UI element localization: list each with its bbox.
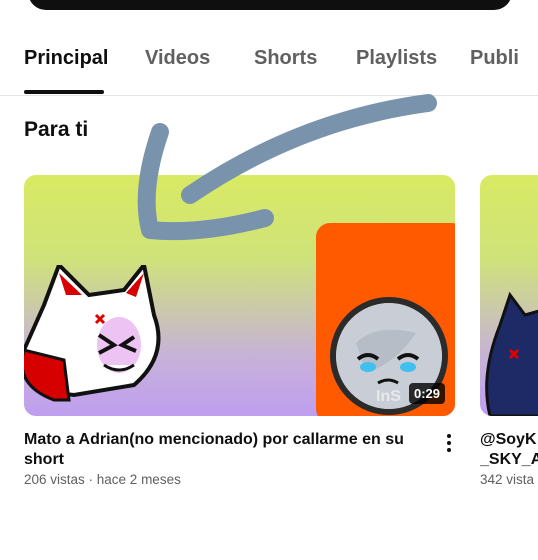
- tab-publicaciones[interactable]: Publi: [470, 47, 519, 70]
- video-meta: 206 vistas · hace 2 meses: [24, 472, 181, 487]
- watermark-text: InS: [376, 388, 401, 405]
- channel-tabs: Principal Videos Shorts Playlists Publi: [0, 0, 538, 96]
- dark-cat-character: [485, 291, 538, 416]
- more-vert-icon[interactable]: [441, 432, 457, 454]
- active-tab-indicator: [24, 90, 104, 94]
- video-card[interactable]: InS 0:29 Mato a Adrian(no mencionado) po…: [24, 175, 455, 487]
- tab-playlists[interactable]: Playlists: [356, 47, 437, 70]
- tab-videos[interactable]: Videos: [145, 47, 210, 70]
- duration-badge: 0:29: [408, 383, 445, 404]
- video-thumbnail[interactable]: [480, 175, 538, 416]
- white-cat-character: [24, 265, 161, 402]
- video-meta: 342 vista: [480, 472, 535, 487]
- video-title[interactable]: @SoyK _SKY_A: [480, 430, 538, 470]
- video-card[interactable]: @SoyK _SKY_A 342 vista: [480, 175, 538, 487]
- tab-shorts[interactable]: Shorts: [254, 47, 317, 70]
- tab-principal[interactable]: Principal: [24, 47, 108, 70]
- section-title: Para ti: [24, 118, 89, 141]
- video-title[interactable]: Mato a Adrian(no mencionado) por callarm…: [24, 430, 434, 470]
- video-thumbnail[interactable]: InS 0:29: [24, 175, 455, 416]
